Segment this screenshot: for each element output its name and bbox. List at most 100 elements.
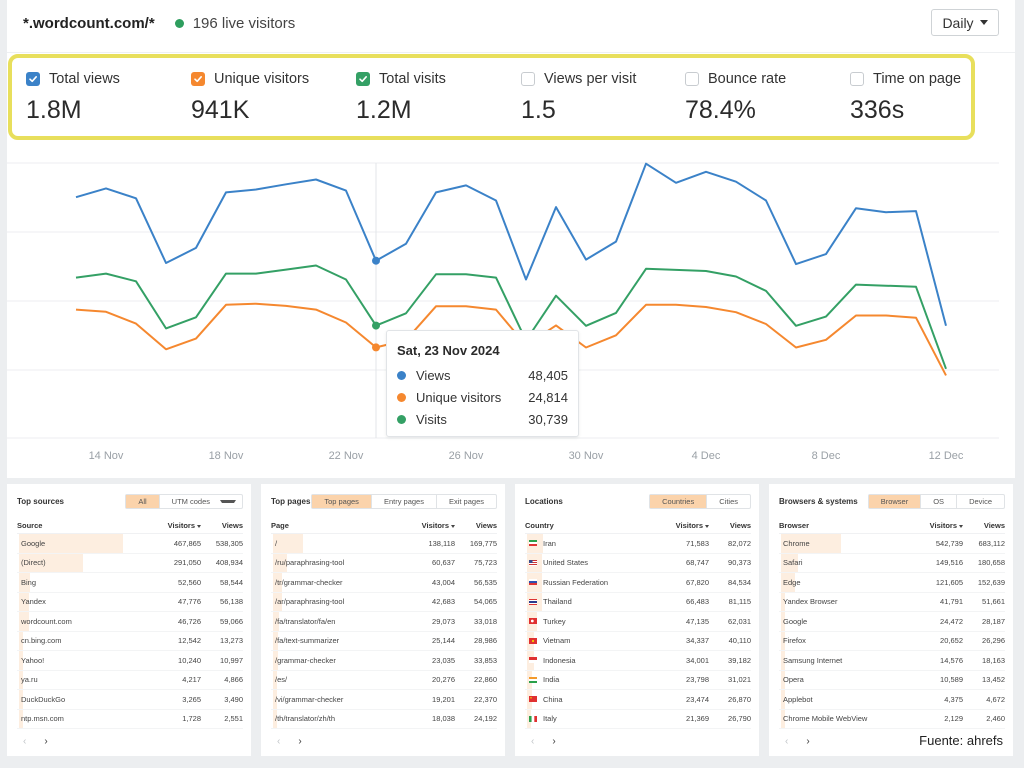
table-row[interactable]: /tr/grammar-checker 43,004 56,535 [271, 573, 497, 593]
prev-page-button[interactable]: ‹ [531, 736, 534, 747]
column-header-views[interactable]: Views [201, 521, 243, 530]
row-name[interactable]: /es/ [275, 675, 287, 684]
table-row[interactable]: /ar/paraphrasing-tool 42,683 54,065 [271, 592, 497, 612]
prev-page-button[interactable]: ‹ [277, 736, 280, 747]
row-name[interactable]: Opera [783, 675, 804, 684]
row-name[interactable]: Google [21, 539, 45, 548]
tab-exit-pages[interactable]: Exit pages [435, 494, 496, 508]
row-name[interactable]: Google [783, 617, 807, 626]
table-row[interactable]: (Direct) 291,050 408,934 [17, 553, 243, 573]
table-row[interactable]: /fa/translator/fa/en 29,073 33,018 [271, 612, 497, 632]
row-name[interactable]: Bing [21, 578, 36, 587]
table-row[interactable]: /th/translator/zh/th 18,038 24,192 [271, 709, 497, 729]
metric-time-on-page[interactable]: Time on page 336s [850, 70, 961, 125]
table-row[interactable]: Yahoo! 10,240 10,997 [17, 651, 243, 671]
tab-countries[interactable]: Countries [650, 494, 707, 508]
row-name[interactable]: /th/translator/zh/th [275, 714, 335, 723]
metric-bounce-rate[interactable]: Bounce rate 78.4% [685, 70, 786, 125]
column-header-views[interactable]: Views [963, 521, 1005, 530]
table-row[interactable]: Edge 121,605 152,639 [779, 573, 1005, 593]
checkbox-unchecked-icon[interactable] [521, 72, 535, 86]
table-row[interactable]: ntp.msn.com 1,728 2,551 [17, 709, 243, 729]
row-name[interactable]: ya.ru [21, 675, 38, 684]
table-row[interactable]: / 138,118 169,775 [271, 534, 497, 554]
table-row[interactable]: Safari 149,516 180,658 [779, 553, 1005, 573]
table-row[interactable]: DuckDuckGo 3,265 3,490 [17, 690, 243, 710]
row-name[interactable]: Russian Federation [543, 578, 608, 587]
next-page-button[interactable]: › [806, 736, 809, 747]
row-name[interactable]: Applebot [783, 695, 813, 704]
table-row[interactable]: /ru/paraphrasing-tool 60,637 75,723 [271, 553, 497, 573]
table-row[interactable]: /es/ 20,276 22,860 [271, 670, 497, 690]
row-name[interactable]: Turkey [543, 617, 566, 626]
table-row[interactable]: Google 467,865 538,305 [17, 534, 243, 554]
table-row[interactable]: Yandex Browser 41,791 51,661 [779, 592, 1005, 612]
table-row[interactable]: cn.bing.com 12,542 13,273 [17, 631, 243, 651]
table-row[interactable]: ya.ru 4,217 4,866 [17, 670, 243, 690]
row-name[interactable]: Yandex Browser [783, 597, 837, 606]
row-name[interactable]: /tr/grammar-checker [275, 578, 343, 587]
table-row[interactable]: /grammar-checker 23,035 33,853 [271, 651, 497, 671]
table-row[interactable]: Vietnam 34,337 40,110 [525, 631, 751, 651]
site-filter[interactable]: *.wordcount.com/* [23, 15, 155, 32]
row-name[interactable]: cn.bing.com [21, 636, 61, 645]
metric-views-per-visit[interactable]: Views per visit 1.5 [521, 70, 636, 125]
next-page-button[interactable]: › [552, 736, 555, 747]
checkbox-checked-icon[interactable] [191, 72, 205, 86]
prev-page-button[interactable]: ‹ [785, 736, 788, 747]
table-row[interactable]: Turkey 47,135 62,031 [525, 612, 751, 632]
table-row[interactable]: Firefox 20,652 26,296 [779, 631, 1005, 651]
row-name[interactable]: wordcount.com [21, 617, 72, 626]
next-page-button[interactable]: › [44, 736, 47, 747]
row-name[interactable]: Firefox [783, 636, 806, 645]
row-name[interactable]: Vietnam [543, 636, 570, 645]
row-name[interactable]: Yandex [21, 597, 46, 606]
row-name[interactable]: Samsung Internet [783, 656, 842, 665]
metric-unique-visitors[interactable]: Unique visitors 941K [191, 70, 309, 125]
metric-total-views[interactable]: Total views 1.8M [26, 70, 120, 125]
tab-browser[interactable]: Browser [868, 494, 921, 508]
table-row[interactable]: Google 24,472 28,187 [779, 612, 1005, 632]
row-name[interactable]: Thailand [543, 597, 572, 606]
row-name[interactable]: / [275, 539, 277, 548]
row-name[interactable]: /ru/paraphrasing-tool [275, 558, 344, 567]
page-scrollbar[interactable] [1016, 0, 1024, 768]
row-name[interactable]: Chrome [783, 539, 810, 548]
table-row[interactable]: Iran 71,583 82,072 [525, 534, 751, 554]
column-header-visitors[interactable]: Visitors [399, 521, 455, 530]
checkbox-checked-icon[interactable] [26, 72, 40, 86]
tab-entry-pages[interactable]: Entry pages [370, 494, 436, 508]
row-name[interactable]: /fa/text-summarizer [275, 636, 339, 645]
interval-select[interactable]: Daily [931, 9, 999, 36]
row-name[interactable]: Safari [783, 558, 803, 567]
column-header-views[interactable]: Views [709, 521, 751, 530]
column-header-visitors[interactable]: Visitors [145, 521, 201, 530]
tab-device[interactable]: Device [956, 494, 1004, 508]
row-name[interactable]: China [543, 695, 563, 704]
table-row[interactable]: Indonesia 34,001 39,182 [525, 651, 751, 671]
table-row[interactable]: Opera 10,589 13,452 [779, 670, 1005, 690]
table-row[interactable]: United States 68,747 90,373 [525, 553, 751, 573]
row-name[interactable]: /grammar-checker [275, 656, 336, 665]
checkbox-unchecked-icon[interactable] [685, 72, 699, 86]
row-name[interactable]: ntp.msn.com [21, 714, 64, 723]
row-name[interactable]: Italy [543, 714, 557, 723]
row-name[interactable]: /vi/grammar-checker [275, 695, 343, 704]
table-row[interactable]: Samsung Internet 14,576 18,163 [779, 651, 1005, 671]
table-row[interactable]: /fa/text-summarizer 25,144 28,986 [271, 631, 497, 651]
tab-all[interactable]: All [126, 494, 159, 508]
tab-top-pages[interactable]: Top pages [312, 494, 371, 508]
table-row[interactable]: wordcount.com 46,726 59,066 [17, 612, 243, 632]
row-name[interactable]: Iran [543, 539, 556, 548]
column-header-visitors[interactable]: Visitors [907, 521, 963, 530]
row-name[interactable]: India [543, 675, 559, 684]
next-page-button[interactable]: › [298, 736, 301, 747]
checkbox-checked-icon[interactable] [356, 72, 370, 86]
row-name[interactable]: /fa/translator/fa/en [275, 617, 335, 626]
row-name[interactable]: Indonesia [543, 656, 576, 665]
table-row[interactable]: Russian Federation 67,820 84,534 [525, 573, 751, 593]
table-row[interactable]: Chrome 542,739 683,112 [779, 534, 1005, 554]
data-point-visits[interactable] [372, 321, 380, 330]
row-name[interactable]: DuckDuckGo [21, 695, 65, 704]
table-row[interactable]: Yandex 47,776 56,138 [17, 592, 243, 612]
